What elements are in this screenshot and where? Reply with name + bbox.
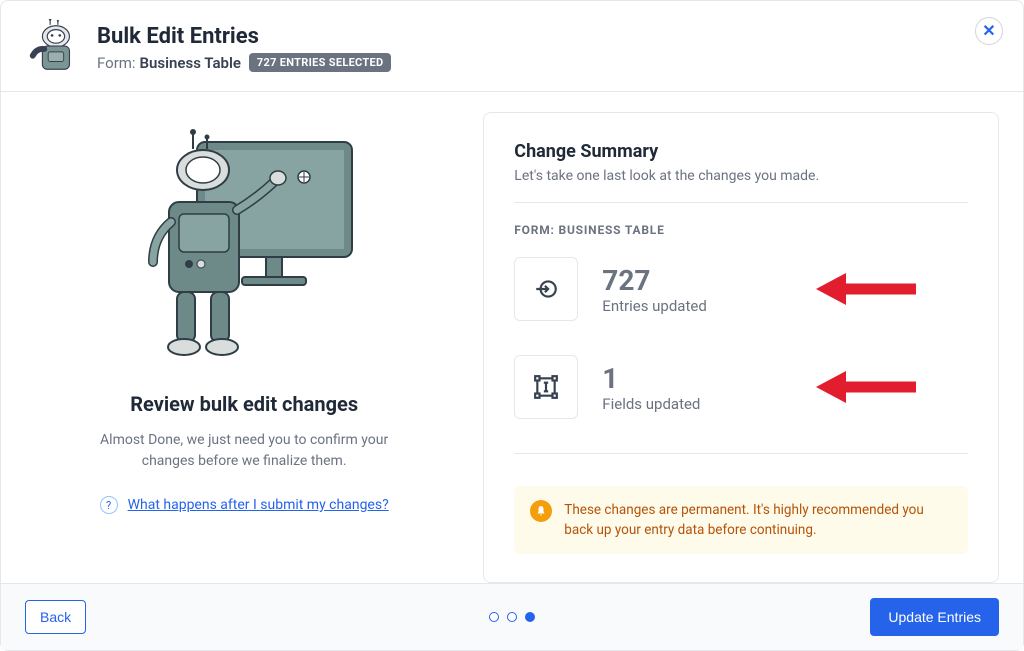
bell-icon xyxy=(530,500,552,522)
bulk-edit-modal: Bulk Edit Entries Form: Business Table 7… xyxy=(0,0,1024,651)
modal-title: Bulk Edit Entries xyxy=(97,24,999,49)
entries-selected-badge: 727 ENTRIES SELECTED xyxy=(249,53,392,72)
astronaut-screen-illustration xyxy=(129,122,359,372)
entries-stat-text: 727 Entries updated xyxy=(602,264,707,315)
back-button[interactable]: Back xyxy=(25,600,86,634)
divider xyxy=(514,453,968,454)
summary-title: Change Summary xyxy=(514,141,968,162)
header-titles: Bulk Edit Entries Form: Business Table 7… xyxy=(97,24,999,72)
entries-label: Entries updated xyxy=(602,297,707,315)
form-prefix-label: Form: Business Table xyxy=(97,53,241,72)
step-dot-3[interactable] xyxy=(525,612,535,622)
review-title: Review bulk edit changes xyxy=(130,392,358,416)
modal-body: Review bulk edit changes Almost Done, we… xyxy=(1,92,1023,583)
help-link-row: ? What happens after I submit my changes… xyxy=(100,496,389,514)
header-subline: Form: Business Table 727 ENTRIES SELECTE… xyxy=(97,53,999,72)
modal-footer: Back Update Entries xyxy=(1,583,1023,650)
warning-text: These changes are permanent. It's highly… xyxy=(564,500,952,541)
fields-label: Fields updated xyxy=(602,395,700,413)
summary-subtitle: Let's take one last look at the changes … xyxy=(514,168,968,184)
update-entries-button[interactable]: Update Entries xyxy=(870,598,999,636)
modal-header: Bulk Edit Entries Form: Business Table 7… xyxy=(1,1,1023,92)
step-dot-1[interactable] xyxy=(489,612,499,622)
step-dot-2[interactable] xyxy=(507,612,517,622)
fields-updated-stat: 1 Fields updated xyxy=(514,355,968,419)
left-panel: Review bulk edit changes Almost Done, we… xyxy=(25,112,463,583)
close-button[interactable]: ✕ xyxy=(975,17,1003,45)
astronaut-avatar-icon xyxy=(25,19,83,77)
annotation-arrow-icon xyxy=(816,370,916,405)
entries-icon xyxy=(514,257,578,321)
entries-count: 727 xyxy=(602,264,707,297)
review-description: Almost Done, we just need you to confirm… xyxy=(74,430,414,472)
change-summary-panel: Change Summary Let's take one last look … xyxy=(483,112,999,583)
fields-icon xyxy=(514,355,578,419)
divider xyxy=(514,202,968,203)
close-icon: ✕ xyxy=(982,21,995,41)
help-link[interactable]: What happens after I submit my changes? xyxy=(128,497,389,513)
annotation-arrow-icon xyxy=(816,272,916,307)
step-indicator xyxy=(489,612,535,622)
fields-stat-text: 1 Fields updated xyxy=(602,362,700,413)
warning-banner: These changes are permanent. It's highly… xyxy=(514,486,968,555)
fields-count: 1 xyxy=(602,362,700,395)
help-icon: ? xyxy=(100,496,118,514)
summary-section-label: FORM: BUSINESS TABLE xyxy=(514,223,968,237)
entries-updated-stat: 727 Entries updated xyxy=(514,257,968,321)
